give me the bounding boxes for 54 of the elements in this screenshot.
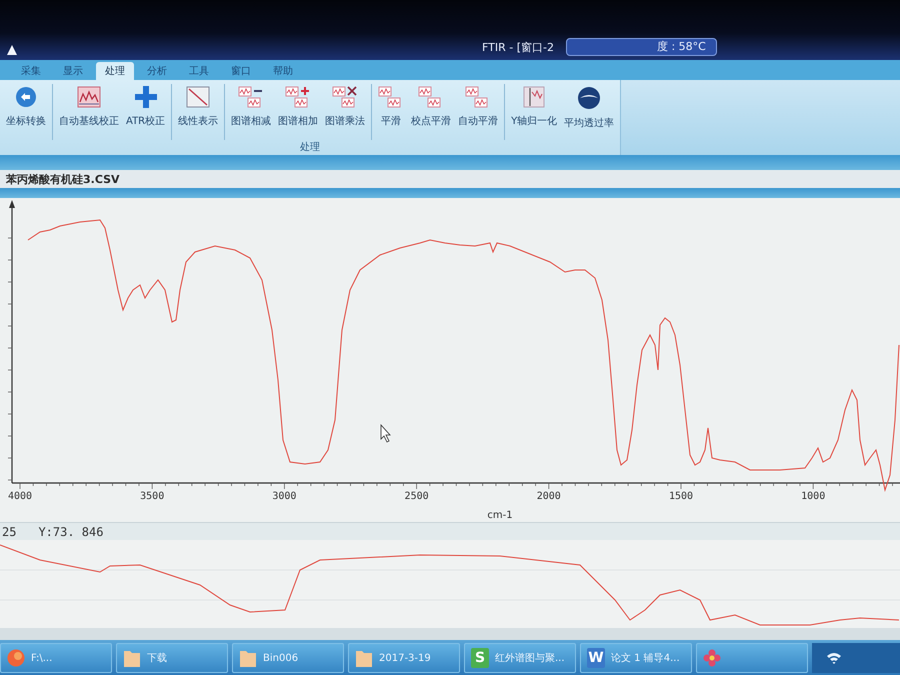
x-readout: 25 (2, 524, 16, 538)
baseline-chart-icon (77, 86, 101, 108)
axis-tick-label: 2500 (404, 491, 429, 502)
arrows-circle-icon (14, 86, 38, 108)
ribbon-button[interactable]: 平均透过率 (561, 84, 618, 140)
menu-tab[interactable]: 窗口 (222, 62, 260, 80)
app-icon (6, 44, 18, 56)
circle-logo-icon (7, 649, 25, 667)
taskbar-button[interactable]: W 论文 1 辅导4... (580, 643, 692, 673)
folder-icon (355, 648, 373, 668)
spectra-times-icon (332, 86, 358, 108)
wifi-icon (826, 652, 842, 664)
ribbon-button[interactable]: 校点平滑 (408, 84, 454, 140)
menu-tab[interactable]: 帮助 (264, 62, 302, 80)
app-logo: S (471, 648, 489, 668)
document-tab[interactable]: 苯丙烯酸有机硅3.CSV (2, 172, 124, 186)
folder-icon (123, 648, 141, 668)
taskbar-button[interactable] (696, 643, 808, 673)
cursor-icon (380, 424, 391, 443)
ribbon-button[interactable]: 自动基线校正 (56, 84, 122, 140)
axis-title: cm-1 (487, 510, 513, 521)
menu-tab[interactable]: 处理 (96, 62, 134, 80)
menu-tab[interactable]: 分析 (138, 62, 176, 80)
axis-tick-label: 2000 (536, 491, 561, 502)
axis-chart-icon (523, 86, 546, 108)
diagonal-line-icon (186, 86, 210, 108)
ribbon-button[interactable]: Y轴归一化 (508, 84, 560, 140)
ribbon-button[interactable]: 图谱乘法 (322, 84, 368, 140)
axis-tick-label: 4000 (8, 491, 32, 502)
ribbon-button[interactable]: 平滑 (375, 84, 408, 140)
temperature-status: 度 : 58°C (566, 38, 717, 56)
flower-icon (703, 649, 721, 667)
ribbon-button[interactable]: 自动平滑 (455, 84, 502, 140)
folder-icon (239, 648, 257, 668)
group-label: 处理 (300, 140, 320, 155)
axis-tick-label: 1000 (801, 491, 826, 502)
spectra-minus-icon (238, 86, 264, 108)
app-logo: W (587, 648, 605, 668)
menu-tab[interactable]: 采集 (12, 62, 50, 80)
spectra-plus-icon (285, 86, 312, 108)
y-readout: Y:73. 846 (38, 524, 104, 538)
ribbon-button[interactable]: 图谱相加 (275, 84, 322, 140)
ribbon-button[interactable]: 图谱相减 (228, 84, 274, 140)
menu-tab[interactable]: 显示 (54, 62, 92, 80)
axis-tick-label: 1500 (668, 491, 694, 502)
menu-tab[interactable]: 工具 (180, 62, 218, 80)
axis-tick-label: 3000 (272, 491, 296, 502)
window-title: FTIR - [窗口-2 (482, 40, 554, 56)
disc-icon (577, 86, 602, 110)
axis-tick-label: 3500 (140, 491, 164, 502)
cross-icon (134, 86, 157, 108)
ribbon-button[interactable]: 线性表示 (175, 84, 222, 140)
ribbon-button[interactable]: 坐标转换 (3, 84, 49, 140)
ribbon-button[interactable]: ATR校正 (123, 84, 168, 140)
